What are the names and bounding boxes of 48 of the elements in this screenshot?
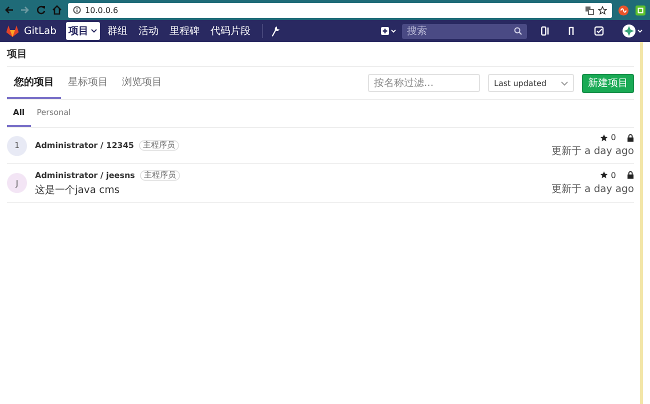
nav-link[interactable]: 代码片段 [208, 22, 254, 40]
project-avatar[interactable]: 1 [7, 136, 27, 156]
nav-link[interactable]: 里程碑 [166, 22, 202, 40]
star-icon[interactable] [598, 6, 607, 14]
project-name[interactable]: Administrator / 12345 [35, 141, 134, 150]
lock-icon [627, 171, 634, 179]
star-count: 0 [610, 170, 616, 180]
nav-link[interactable]: 项目 [66, 22, 100, 40]
merge-request-icon[interactable] [568, 26, 576, 36]
filter-field[interactable]: 按名称过滤... [368, 74, 480, 92]
search-field[interactable]: 搜索 [402, 24, 527, 38]
info-icon[interactable] [73, 6, 81, 14]
chevron-down-icon [561, 80, 568, 86]
sort-dropdown[interactable]: Last updated [488, 74, 574, 92]
project-avatar[interactable]: J [7, 173, 27, 193]
breadcrumb[interactable]: 项目 [7, 47, 27, 61]
filter-tab[interactable]: Personal [30, 100, 77, 127]
filter-tab[interactable]: All [7, 100, 31, 127]
tab[interactable]: 浏览项目 [115, 67, 169, 99]
back-icon[interactable] [4, 5, 14, 15]
star-icon [600, 134, 608, 142]
avatar-dropdown-icon[interactable] [622, 24, 644, 38]
todo-check-icon[interactable] [594, 26, 604, 36]
translate-icon[interactable] [585, 6, 594, 14]
brand-name[interactable]: GitLab [24, 26, 56, 36]
role-tag: 主程序员 [138, 140, 179, 151]
star-icon [600, 171, 608, 179]
tab[interactable]: 您的项目 [7, 67, 61, 99]
wrench-icon[interactable] [270, 26, 280, 36]
nav-link[interactable]: 群组 [104, 22, 130, 40]
star-count: 0 [610, 133, 616, 142]
lock-icon [627, 134, 634, 142]
plus-dropdown-icon[interactable] [381, 26, 397, 36]
panel-icon[interactable] [541, 26, 550, 36]
nav-link[interactable]: 活动 [136, 22, 162, 40]
project-name[interactable]: Administrator / jeesns [35, 171, 135, 180]
address-bar[interactable]: 10.0.0.6 [68, 2, 612, 18]
updated-time: 更新于 a day ago [551, 182, 634, 196]
search-icon [514, 27, 522, 35]
extension-icon[interactable] [618, 4, 629, 16]
home-icon[interactable] [52, 5, 62, 15]
updated-time: 更新于 a day ago [551, 144, 634, 158]
role-tag: 主程序员 [140, 170, 180, 181]
extension-icon[interactable] [635, 4, 646, 16]
tab[interactable]: 星标项目 [61, 67, 115, 99]
reload-icon[interactable] [36, 5, 46, 15]
project-description: 这是一个java cms [35, 184, 121, 197]
fox-logo-icon[interactable] [6, 25, 19, 37]
